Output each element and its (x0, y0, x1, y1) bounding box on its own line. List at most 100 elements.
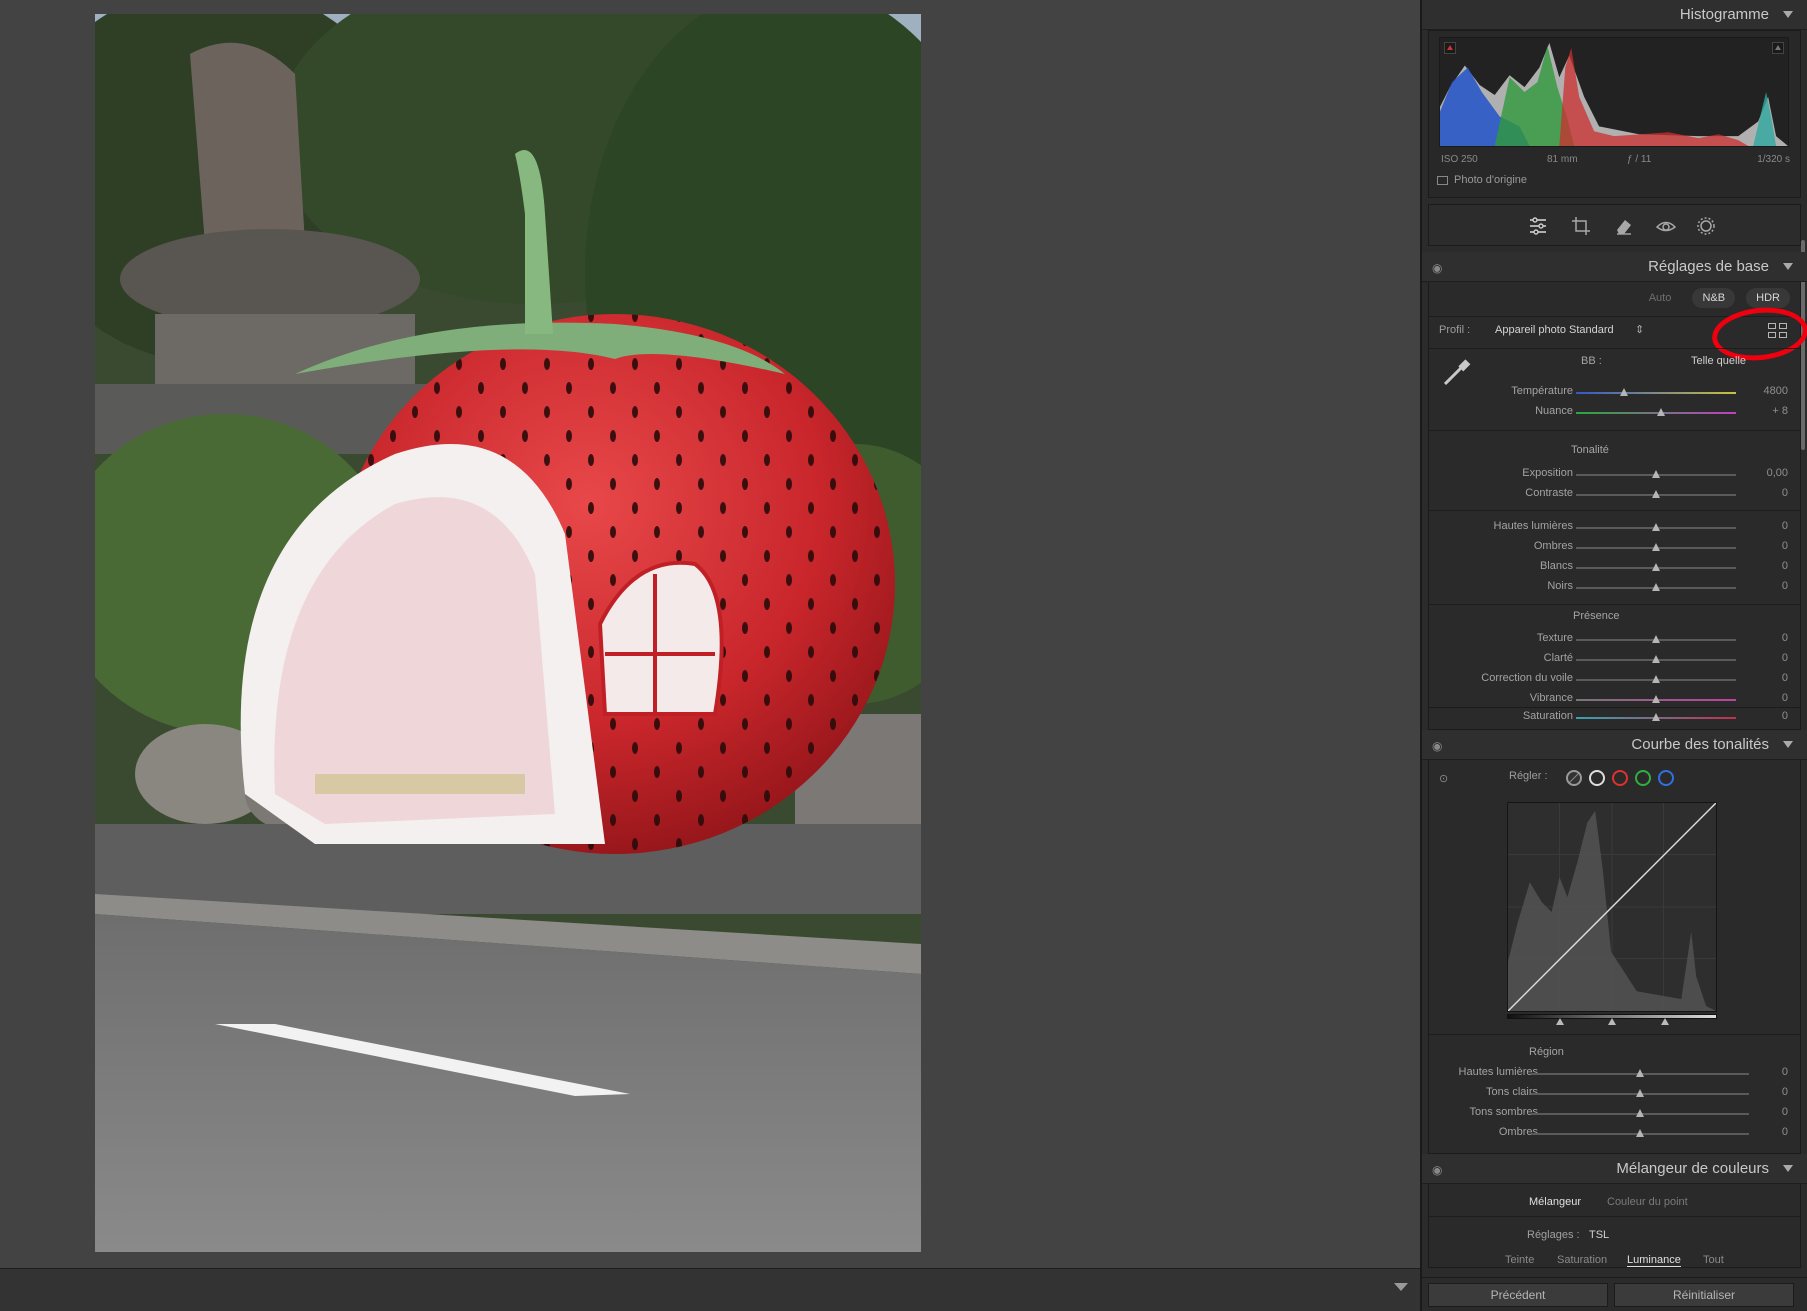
masking-icon[interactable] (1695, 215, 1717, 237)
profile-select[interactable]: Appareil photo Standard (1495, 324, 1614, 336)
curve-split-shadows-handle[interactable] (1556, 1018, 1564, 1025)
saturation-slider[interactable] (1576, 713, 1736, 721)
image-canvas[interactable] (0, 0, 1420, 1268)
curve-split-highlights-handle[interactable] (1661, 1018, 1669, 1025)
curve-lights-slider[interactable] (1531, 1089, 1749, 1097)
saturation-subtab[interactable]: Saturation (1557, 1254, 1607, 1266)
collapse-triangle-icon[interactable] (1783, 263, 1793, 270)
shadows-value[interactable]: 0 (1782, 540, 1788, 552)
point-curve-blue-icon[interactable] (1658, 770, 1674, 786)
filmstrip-toggle-icon[interactable] (1394, 1283, 1408, 1291)
collapse-triangle-icon[interactable] (1783, 1165, 1793, 1172)
previous-button[interactable]: Précédent (1428, 1283, 1608, 1307)
texture-value[interactable]: 0 (1782, 632, 1788, 644)
curve-split-mid-handle[interactable] (1608, 1018, 1616, 1025)
tone-curve-header[interactable]: ◉ Courbe des tonalités (1422, 730, 1807, 760)
blacks-value[interactable]: 0 (1782, 580, 1788, 592)
auto-button[interactable]: Auto (1639, 288, 1682, 308)
vibrance-label: Vibrance (1529, 692, 1573, 704)
temperature-slider[interactable] (1576, 388, 1736, 396)
point-color-tab[interactable]: Couleur du point (1607, 1196, 1688, 1208)
healing-eraser-icon[interactable] (1613, 215, 1635, 237)
point-curve-red-icon[interactable] (1612, 770, 1628, 786)
filmstrip-bar (0, 1268, 1420, 1311)
point-curve-green-icon[interactable] (1635, 770, 1651, 786)
red-eye-icon[interactable] (1655, 215, 1677, 237)
hue-subtab[interactable]: Teinte (1505, 1254, 1534, 1266)
tint-slider[interactable] (1576, 408, 1736, 416)
contrast-value[interactable]: 0 (1782, 487, 1788, 499)
point-curve-white-icon[interactable] (1589, 770, 1605, 786)
profile-browser-icon[interactable] (1768, 323, 1788, 339)
tool-strip (1428, 204, 1801, 246)
contrast-slider[interactable] (1576, 490, 1736, 498)
edit-sliders-icon[interactable] (1527, 215, 1549, 237)
dehaze-row: Correction du voile 0 (1429, 672, 1800, 688)
temperature-row: Température 4800 (1429, 385, 1800, 401)
target-adjust-icon[interactable]: ⊙ (1439, 772, 1448, 785)
original-photo-checkbox[interactable] (1437, 175, 1448, 185)
curve-highlights-slider[interactable] (1531, 1069, 1749, 1077)
clarity-value[interactable]: 0 (1782, 652, 1788, 664)
curve-darks-slider[interactable] (1531, 1109, 1749, 1117)
strawberry-bus-stop-photo (95, 14, 921, 1252)
highlight-clipping-icon[interactable] (1772, 42, 1784, 54)
highlights-slider[interactable] (1576, 523, 1736, 531)
histogram-header[interactable]: Histogramme (1422, 0, 1807, 30)
wb-select[interactable]: Telle quelle (1691, 355, 1746, 367)
bw-button[interactable]: N&B (1692, 288, 1736, 308)
shadow-clipping-icon[interactable] (1444, 42, 1456, 54)
vibrance-slider[interactable] (1576, 695, 1736, 703)
curve-highlights-row: Hautes lumières 0 (1429, 1066, 1800, 1082)
whites-value[interactable]: 0 (1782, 560, 1788, 572)
collapse-triangle-icon[interactable] (1783, 11, 1793, 18)
parametric-curve-icon[interactable] (1566, 770, 1582, 786)
texture-slider[interactable] (1576, 635, 1736, 643)
shadows-slider[interactable] (1576, 543, 1736, 551)
mixer-tab[interactable]: Mélangeur (1529, 1196, 1581, 1208)
reset-button[interactable]: Réinitialiser (1614, 1283, 1794, 1307)
exposure-value[interactable]: 0,00 (1767, 467, 1788, 479)
vibrance-value[interactable]: 0 (1782, 692, 1788, 704)
basic-header[interactable]: ◉ Réglages de base (1422, 252, 1807, 282)
dehaze-value[interactable]: 0 (1782, 672, 1788, 684)
tint-value[interactable]: + 8 (1772, 405, 1788, 417)
dehaze-slider[interactable] (1576, 675, 1736, 683)
curve-shadows-value[interactable]: 0 (1782, 1126, 1788, 1138)
hdr-button[interactable]: HDR (1746, 288, 1790, 308)
color-mixer-header[interactable]: ◉ Mélangeur de couleurs (1422, 1154, 1807, 1184)
mixer-adjust-select[interactable]: TSL (1589, 1229, 1609, 1241)
profile-select-chevron-icon[interactable]: ⇕ (1635, 323, 1644, 336)
exposure-slider[interactable] (1576, 470, 1736, 478)
visibility-eye-icon[interactable]: ◉ (1432, 261, 1442, 275)
luminance-subtab[interactable]: Luminance (1627, 1254, 1681, 1267)
saturation-container: Saturation 0 (1428, 708, 1801, 730)
curve-lights-value[interactable]: 0 (1782, 1086, 1788, 1098)
divider (1429, 430, 1800, 431)
exif-iso: ISO 250 (1441, 154, 1478, 165)
divider (1429, 510, 1800, 511)
saturation-value[interactable]: 0 (1782, 710, 1788, 722)
visibility-eye-icon[interactable]: ◉ (1432, 739, 1442, 753)
contrast-row: Contraste 0 (1429, 487, 1800, 503)
crop-icon[interactable] (1570, 215, 1592, 237)
whites-label: Blancs (1539, 560, 1573, 572)
curve-highlights-value[interactable]: 0 (1782, 1066, 1788, 1078)
original-photo-toggle[interactable]: Photo d'origine (1437, 174, 1527, 186)
visibility-eye-icon[interactable]: ◉ (1432, 1163, 1442, 1177)
tint-row: Nuance + 8 (1429, 405, 1800, 421)
curve-darks-label: Tons sombres (1469, 1106, 1538, 1118)
all-subtab[interactable]: Tout (1703, 1254, 1724, 1266)
clarity-slider[interactable] (1576, 655, 1736, 663)
exposure-label: Exposition (1522, 467, 1573, 479)
curve-shadows-slider[interactable] (1531, 1129, 1749, 1137)
temperature-value[interactable]: 4800 (1764, 385, 1788, 397)
curve-darks-value[interactable]: 0 (1782, 1106, 1788, 1118)
tone-curve-graph[interactable] (1507, 802, 1717, 1012)
blacks-slider[interactable] (1576, 583, 1736, 591)
whites-slider[interactable] (1576, 563, 1736, 571)
collapse-triangle-icon[interactable] (1783, 741, 1793, 748)
histogram-graph[interactable] (1439, 37, 1789, 147)
photo-preview[interactable] (95, 14, 921, 1252)
highlights-value[interactable]: 0 (1782, 520, 1788, 532)
